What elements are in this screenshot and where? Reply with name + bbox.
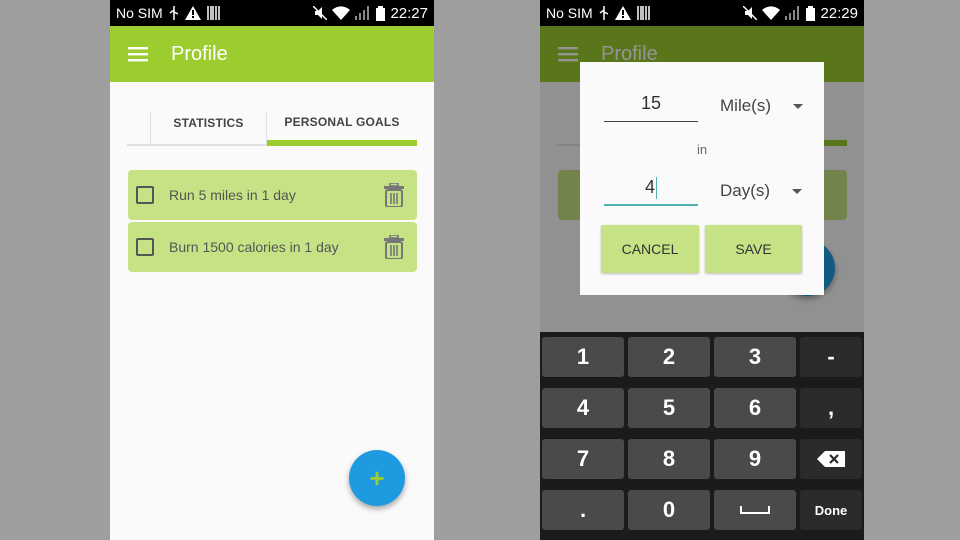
wifi-icon	[332, 6, 351, 20]
key-3[interactable]: 3	[714, 337, 796, 377]
distance-unit-select[interactable]: Mile(s)	[720, 96, 803, 116]
key-7[interactable]: 7	[542, 439, 624, 479]
distance-value: 15	[640, 93, 662, 113]
right-screen: No SIM 22:29 Profile 15 Mile(s) in 4 Day…	[540, 0, 864, 540]
wifi-icon	[762, 6, 781, 20]
goal-checkbox[interactable]	[136, 238, 154, 256]
clock: 22:29	[820, 4, 858, 22]
key-4[interactable]: 4	[542, 388, 624, 428]
key-space[interactable]	[714, 490, 796, 530]
tab-statistics[interactable]: STATISTICS	[151, 112, 267, 146]
signal-icon	[785, 6, 800, 20]
plus-icon: +	[369, 462, 385, 493]
time-unit-label: Day(s)	[720, 181, 771, 200]
left-screen: No SIM 22:27 Profile STATISTICS PERSONAL…	[110, 0, 434, 540]
backspace-icon	[817, 451, 845, 467]
key-period[interactable]: .	[542, 490, 624, 530]
text-cursor	[656, 177, 657, 200]
goal-checkbox[interactable]	[136, 186, 154, 204]
status-bar: No SIM 22:27	[110, 0, 434, 26]
warning-icon	[614, 6, 631, 20]
key-0[interactable]: 0	[628, 490, 710, 530]
key-2[interactable]: 2	[628, 337, 710, 377]
goal-item[interactable]: Run 5 miles in 1 day	[128, 170, 417, 220]
goal-label: Burn 1500 calories in 1 day	[169, 239, 339, 255]
dropdown-arrow-icon	[793, 103, 803, 109]
numeric-keyboard: 1 2 3 - 4 5 6 , 7 8 9 . 0 Done	[540, 332, 864, 540]
connector-text: in	[696, 142, 708, 157]
key-done[interactable]: Done	[800, 490, 862, 530]
time-unit-select[interactable]: Day(s)	[720, 181, 803, 201]
dropdown-arrow-icon	[792, 188, 803, 194]
battery-icon	[806, 5, 816, 21]
battery-icon	[376, 5, 386, 21]
app-bar: Profile	[110, 26, 434, 82]
time-input[interactable]: 4	[604, 172, 698, 206]
add-goal-button[interactable]: +	[349, 450, 405, 506]
save-button[interactable]: SAVE	[705, 225, 802, 273]
warning-icon	[184, 6, 201, 20]
mute-icon	[313, 6, 328, 20]
key-backspace[interactable]	[800, 439, 862, 479]
key-1[interactable]: 1	[542, 337, 624, 377]
key-minus[interactable]: -	[800, 337, 862, 377]
key-5[interactable]: 5	[628, 388, 710, 428]
key-8[interactable]: 8	[628, 439, 710, 479]
status-bar: No SIM 22:29	[540, 0, 864, 26]
barcode-icon	[636, 6, 650, 20]
carrier-text: No SIM	[546, 5, 593, 21]
page-title: Profile	[171, 42, 228, 65]
usb-icon	[599, 6, 609, 20]
clock: 22:27	[390, 4, 428, 22]
cancel-button[interactable]: CANCEL	[601, 225, 699, 273]
time-value: 4	[644, 177, 655, 197]
key-6[interactable]: 6	[714, 388, 796, 428]
distance-unit-label: Mile(s)	[720, 96, 771, 115]
trash-icon[interactable]	[379, 180, 409, 210]
distance-input[interactable]: 15	[604, 88, 698, 122]
tab-bar: STATISTICS PERSONAL GOALS	[127, 100, 417, 146]
signal-icon	[355, 6, 370, 20]
key-9[interactable]: 9	[714, 439, 796, 479]
usb-icon	[169, 6, 179, 20]
barcode-icon	[206, 6, 220, 20]
goal-label: Run 5 miles in 1 day	[169, 187, 296, 203]
tab-divider	[127, 112, 151, 146]
menu-icon[interactable]	[110, 26, 166, 82]
space-icon	[740, 506, 770, 514]
trash-icon[interactable]	[379, 232, 409, 262]
goal-dialog: 15 Mile(s) in 4 Day(s) CANCEL SAVE	[580, 62, 824, 295]
carrier-text: No SIM	[116, 5, 163, 21]
key-comma[interactable]: ,	[800, 388, 862, 428]
tab-personal-goals[interactable]: PERSONAL GOALS	[267, 100, 417, 146]
mute-icon	[743, 6, 758, 20]
goal-item[interactable]: Burn 1500 calories in 1 day	[128, 222, 417, 272]
